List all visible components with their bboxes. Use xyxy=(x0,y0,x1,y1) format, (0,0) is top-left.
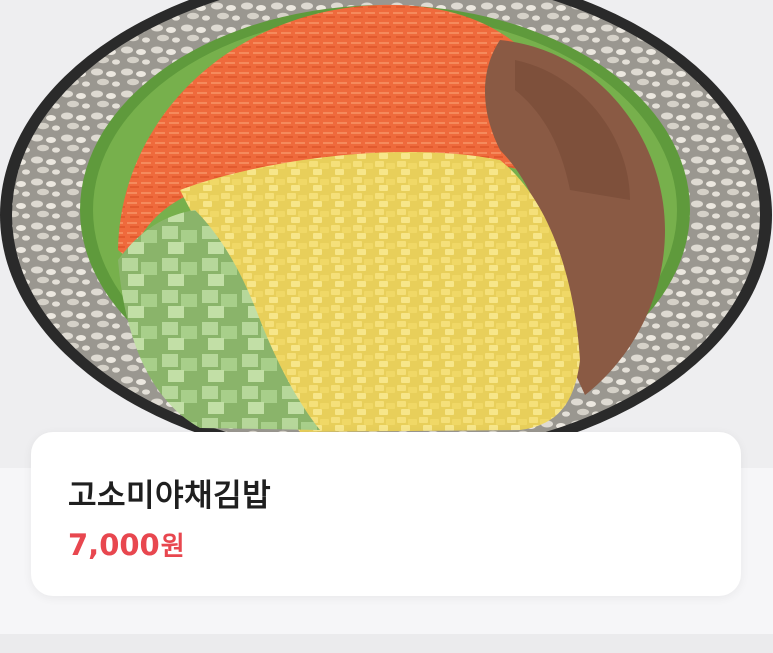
section-divider xyxy=(0,634,773,653)
kimbap-illustration xyxy=(0,0,773,468)
price-value: 7,000 xyxy=(68,528,160,562)
product-image[interactable] xyxy=(0,0,773,468)
product-price: 7,000원 xyxy=(68,526,185,563)
product-name: 고소미야채김밥 xyxy=(68,478,272,514)
product-info-card[interactable]: 고소미야채김밥 7,000원 xyxy=(31,432,741,596)
price-unit: 원 xyxy=(160,532,185,562)
